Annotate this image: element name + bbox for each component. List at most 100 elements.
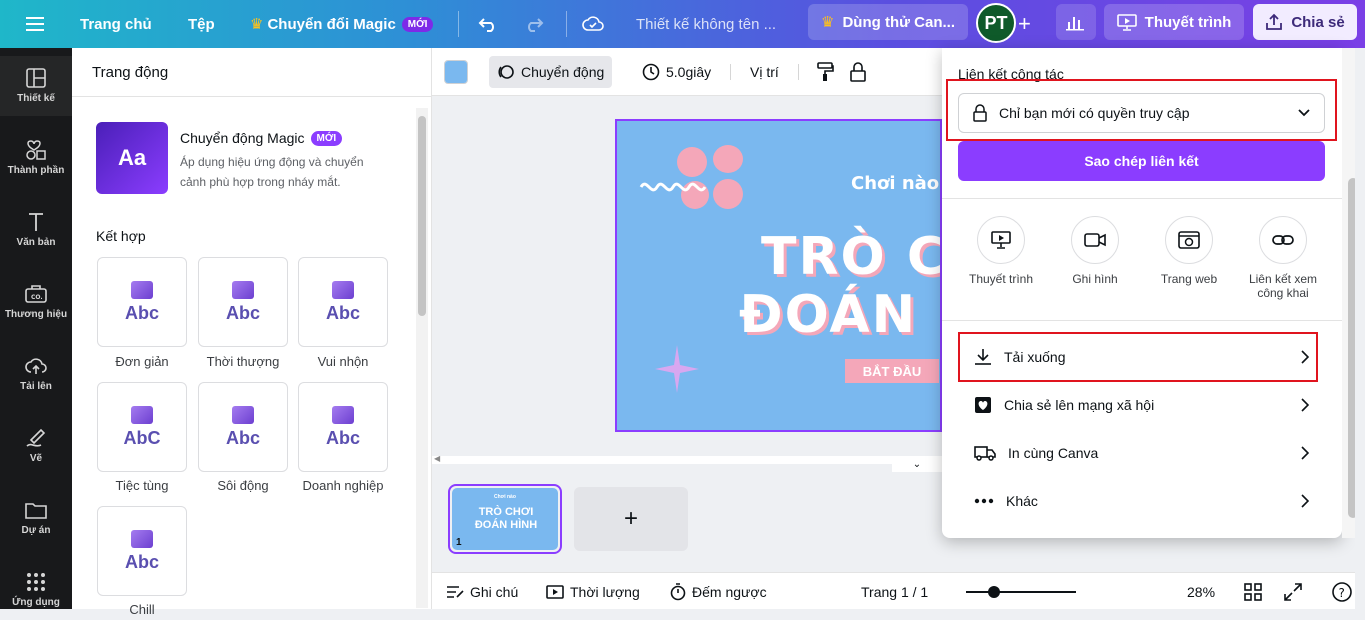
background-color-swatch[interactable] [444,60,468,84]
heart-icon [975,397,991,413]
animate-button[interactable]: Chuyển động [489,56,613,88]
horizontal-scrollbar[interactable] [432,456,942,464]
svg-text:CO.: CO. [31,294,43,301]
divider [798,64,799,80]
animate-icon [498,65,514,79]
magic-animate-thumbnail[interactable]: Aa [96,122,168,194]
rail-item-elements[interactable]: Thành phần [0,128,72,188]
share-option-record[interactable]: Ghi hình [1048,216,1142,286]
home-link[interactable]: Trang chủ [80,0,152,48]
tile-sample: Abc [124,302,159,323]
animation-tile-business[interactable]: Abc [298,382,388,472]
page-thumbnail[interactable]: Chơi nào TRÒ CHƠI ĐOÁN HÌNH 1 [448,484,562,554]
menu-icon[interactable] [26,0,46,48]
folder-icon [25,503,47,519]
duration-toggle[interactable]: Thời lượng [546,573,640,610]
new-badge: MỚI [310,130,343,146]
image-icon [231,405,254,424]
grid-view-icon[interactable] [1244,573,1262,610]
highlight-box [946,79,1337,141]
chevron-right-icon [1301,398,1309,412]
social-share-row[interactable]: Chia sẻ lên mạng xã hội [974,382,1319,428]
magic-animate-title[interactable]: Chuyển động Magic MỚI [180,130,343,146]
animation-tile-chill[interactable]: Abc [97,506,187,596]
scroll-left-icon[interactable]: ◀ [434,454,440,463]
option-label: Liên kết xem công khai [1248,272,1318,300]
rail-item-projects[interactable]: Dự án [0,488,72,548]
rail-label: Dự án [21,525,51,536]
slide-subtitle: Chơi nào [851,173,940,194]
more-row[interactable]: Khác [974,478,1319,524]
chevron-down-icon[interactable]: ⌄ [892,456,942,472]
tile-label: Vui nhộn [317,354,369,369]
share-option-website[interactable]: Trang web [1142,216,1236,286]
add-collaborator-icon[interactable]: + [1018,0,1031,48]
animate-panel: Trang động Aa Chuyển động Magic MỚI Áp d… [72,48,432,617]
section-heading: Kết hợp [96,228,146,244]
animation-tile-trendy[interactable]: Abc [198,257,288,347]
apps-icon [27,573,45,591]
panel-scrollbar[interactable] [416,108,428,608]
fullscreen-icon[interactable] [1284,573,1302,610]
animation-tile-simple[interactable]: Abc [97,257,187,347]
share-option-public-link[interactable]: Liên kết xem công khai [1236,216,1330,300]
window-scrollbar[interactable] [1355,48,1365,609]
rail-label: Thành phần [7,165,65,176]
zoom-percent[interactable]: 28% [1187,573,1215,610]
notes-button[interactable]: Ghi chú [446,573,518,610]
rail-item-uploads[interactable]: Tải lên [0,344,72,404]
decor-circle [677,147,707,177]
undo-icon[interactable] [478,0,498,48]
page-strip: ◀ ⌄ Chơi nào TRÒ CHƠI ĐOÁN HÌNH 1 + [432,454,942,566]
more-icon [974,498,994,504]
row-label: Khác [1006,493,1038,509]
avatar[interactable]: PT [976,3,1016,43]
rail-item-text[interactable]: Văn bản [0,200,72,260]
share-button[interactable]: Chia sẻ [1253,4,1357,40]
paint-roller-icon[interactable] [808,56,842,88]
thumb-title-1: TRÒ CHƠI [478,506,534,518]
rail-item-apps[interactable]: Ứng dụng [0,560,72,620]
scrollbar-thumb[interactable] [418,116,426,316]
image-icon [131,405,153,424]
slide-canvas[interactable]: Chơi nào TRÒ CH ĐOÁN H BẮT ĐẦU [615,119,942,432]
tile-label: Đơn giản [115,354,169,369]
timer-label: Đếm ngược [692,583,767,600]
animation-tile-fun[interactable]: Abc [298,257,388,347]
draw-icon [26,428,46,447]
magic-switch-button[interactable]: ♛ Chuyển đổi Magic MỚI [250,0,434,48]
document-title[interactable]: Thiết kế không tên ... [636,0,776,48]
present-button[interactable]: Thuyết trình [1104,4,1244,40]
tile-sample: Abc [225,302,260,323]
rail-item-brand[interactable]: CO. Thương hiệu [0,272,72,332]
notes-icon [447,585,464,598]
chevron-right-icon [1301,494,1309,508]
redo-icon[interactable] [524,0,544,48]
description-line: Áp dụng hiệu ứng động và chuyển [180,155,364,169]
image-icon [130,280,153,299]
rail-label: Thương hiệu [4,309,68,320]
file-menu[interactable]: Tệp [188,0,215,48]
share-option-present[interactable]: Thuyết trình [954,216,1048,286]
help-icon[interactable]: ? [1332,573,1352,610]
position-button[interactable]: Vị trí [742,56,787,88]
zoom-slider[interactable] [966,591,1076,593]
analytics-button[interactable] [1056,4,1096,40]
timer-button[interactable]: Đếm ngược [670,573,767,610]
try-canva-pro-button[interactable]: ♛ Dùng thử Can... [808,4,968,40]
animation-tile-lively[interactable]: Abc [198,382,288,472]
crown-icon: ♛ [821,14,835,31]
copy-link-button[interactable]: Sao chép liên kết [958,141,1325,181]
rail-item-design[interactable]: Thiết kế [0,56,72,116]
bottom-bar: Ghi chú Thời lượng Đếm ngược Trang 1 / 1… [432,572,1365,609]
zoom-slider-knob[interactable] [987,586,1000,598]
thumb-title-2: ĐOÁN HÌNH [474,519,538,531]
animation-tile-party[interactable]: AbC [97,382,187,472]
cloud-saved-icon[interactable] [582,0,604,48]
page-indicator[interactable]: Trang 1 / 1 [861,573,928,610]
lock-icon[interactable] [842,56,874,88]
add-page-button[interactable]: + [574,487,688,551]
rail-item-draw[interactable]: Vẽ [0,416,72,476]
duration-button[interactable]: 5.0giây [634,56,719,88]
print-row[interactable]: In cùng Canva [974,430,1319,476]
